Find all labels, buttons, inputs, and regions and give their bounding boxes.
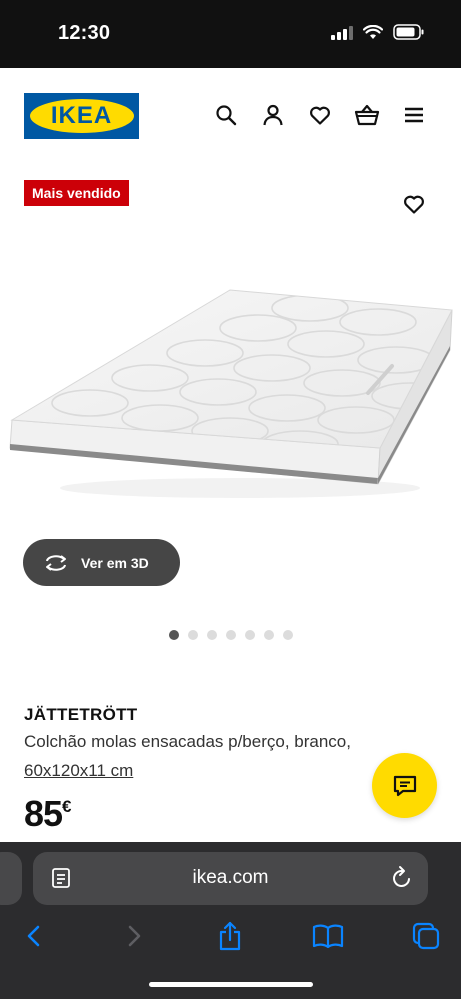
tabs-icon [412,922,440,950]
image-carousel-dots [169,630,293,640]
previous-tab-preview[interactable] [0,852,22,905]
reload-icon[interactable] [390,865,414,891]
forward-button[interactable] [117,919,151,953]
carousel-dot[interactable] [245,630,255,640]
home-indicator [149,982,313,987]
status-bar: 12:30 [0,0,461,68]
profile-icon[interactable] [259,101,287,129]
carousel-dot[interactable] [283,630,293,640]
browser-bottom-bar: ikea.com [0,842,461,999]
back-button[interactable] [17,919,51,953]
chevron-right-icon [128,925,141,947]
chat-button[interactable] [372,753,437,818]
product-size-link[interactable]: 60x120x11 cm [24,761,133,781]
carousel-dot[interactable] [169,630,179,640]
cellular-signal-icon [331,24,353,40]
bookmarks-button[interactable] [311,919,345,953]
logo-oval: IKEA [29,99,134,133]
heart-icon[interactable] [306,101,334,129]
carousel-dot[interactable] [188,630,198,640]
rotate-3d-icon [46,554,66,571]
url-text: ikea.com [192,867,269,888]
wifi-icon [363,24,383,39]
price-value: 85 [24,793,63,834]
logo-text: IKEA [50,102,113,129]
battery-icon [393,24,424,40]
product-description: Colchão molas ensacadas p/berço, branco, [24,732,351,751]
view-in-3d-button[interactable]: Ver em 3D [23,539,180,586]
status-icons [331,24,425,40]
product-price: 85€ [24,793,72,835]
add-to-favourites-button[interactable] [398,188,430,220]
site-header: IKEA [0,68,461,164]
bestseller-badge: Mais vendido [24,180,129,206]
carousel-dot[interactable] [226,630,236,640]
book-icon [312,924,344,949]
share-button[interactable] [213,919,247,953]
status-time: 12:30 [58,22,111,44]
ikea-logo[interactable]: IKEA [24,93,139,139]
address-bar[interactable]: ikea.com [33,852,428,905]
carousel-dot[interactable] [207,630,217,640]
carousel-dot[interactable] [264,630,274,640]
heart-icon [404,195,424,214]
tabs-button[interactable] [409,919,443,953]
menu-icon[interactable] [400,101,428,129]
product-name: JÄTTETRÖTT [24,705,138,724]
share-icon [219,921,241,951]
view-in-3d-label: Ver em 3D [81,554,149,571]
chat-icon [393,775,416,796]
search-icon[interactable] [212,101,240,129]
product-image-mattress[interactable] [0,268,461,528]
chevron-left-icon [27,925,40,947]
basket-icon[interactable] [353,101,381,129]
price-currency: € [62,797,72,816]
